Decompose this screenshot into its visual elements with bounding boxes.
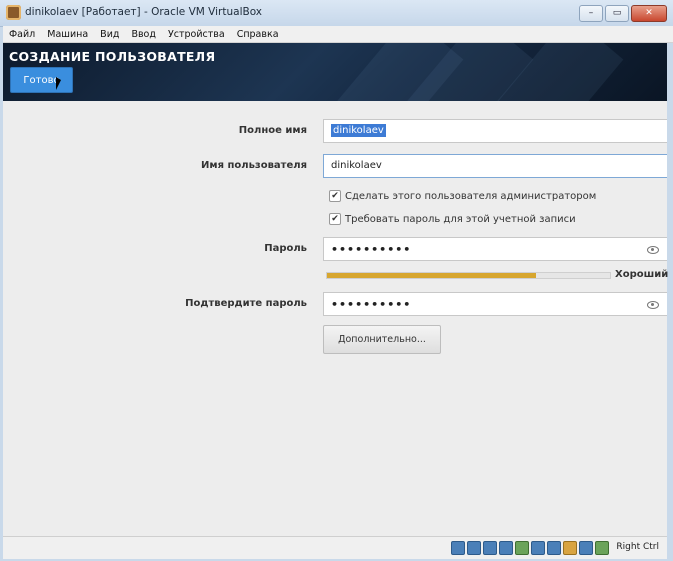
username-label: Имя пользователя — [201, 160, 307, 171]
optical-drive-icon[interactable] — [467, 541, 481, 555]
done-button[interactable]: Готово — [10, 67, 73, 93]
network-icon[interactable] — [499, 541, 513, 555]
mouse-cursor-icon — [56, 77, 61, 90]
status-icons — [451, 541, 609, 555]
menu-input[interactable]: Ввод — [131, 29, 156, 40]
installer-header: СОЗДАНИЕ ПОЛЬЗОВАТЕЛЯ Готово — [3, 43, 667, 101]
confirm-password-field[interactable]: •••••••••• — [323, 292, 667, 316]
require-password-row[interactable]: ✔ Требовать пароль для этой учетной запи… — [329, 213, 576, 225]
host-key-label: Right Ctrl — [616, 542, 659, 552]
password-field[interactable]: •••••••••• — [323, 237, 667, 261]
maximize-button[interactable]: ▭ — [605, 5, 629, 22]
username-field[interactable]: dinikolaev — [323, 154, 667, 178]
minimize-button[interactable]: – — [579, 5, 603, 22]
display-icon[interactable] — [531, 541, 545, 555]
menu-view[interactable]: Вид — [100, 29, 119, 40]
window-titlebar: dinikolaev [Работает] - Oracle VM Virtua… — [0, 0, 673, 27]
password-label: Пароль — [264, 243, 307, 254]
menubar: Файл Машина Вид Ввод Устройства Справка — [3, 26, 673, 43]
vbox-statusbar: Right Ctrl — [3, 536, 667, 559]
close-button[interactable]: ✕ — [631, 5, 667, 22]
full-name-value: dinikolaev — [331, 124, 386, 137]
password-value: •••••••••• — [331, 243, 412, 256]
mouse-integration-icon[interactable] — [579, 541, 593, 555]
guest-screen: СОЗДАНИЕ ПОЛЬЗОВАТЕЛЯ Готово Полное имя … — [3, 43, 669, 536]
username-value: dinikolaev — [331, 160, 382, 171]
usb-icon[interactable] — [483, 541, 497, 555]
require-password-label: Требовать пароль для этой учетной записи — [345, 213, 576, 225]
admin-checkbox[interactable]: ✔ — [329, 190, 341, 202]
admin-checkbox-label: Сделать этого пользователя администратор… — [345, 190, 597, 202]
window-title: dinikolaev [Работает] - Oracle VM Virtua… — [25, 6, 263, 18]
window-controls: – ▭ ✕ — [579, 5, 667, 22]
admin-checkbox-row[interactable]: ✔ Сделать этого пользователя администрат… — [329, 190, 596, 202]
menu-help[interactable]: Справка — [237, 29, 279, 40]
password-strength-fill — [327, 273, 537, 278]
video-capture-icon[interactable] — [547, 541, 561, 555]
require-password-checkbox[interactable]: ✔ — [329, 213, 341, 225]
virtualbox-app-icon — [6, 5, 21, 20]
cpu-activity-icon — [563, 541, 577, 555]
menu-devices[interactable]: Устройства — [168, 29, 225, 40]
keyboard-capture-icon — [595, 541, 609, 555]
password-strength-bar — [326, 272, 611, 279]
confirm-password-value: •••••••••• — [331, 298, 412, 311]
menu-machine[interactable]: Машина — [47, 29, 88, 40]
harddisk-icon[interactable] — [451, 541, 465, 555]
confirm-password-label: Подтвердите пароль — [185, 298, 307, 309]
advanced-button[interactable]: Дополнительно... — [323, 325, 441, 354]
shared-folder-icon[interactable] — [515, 541, 529, 555]
full-name-label: Полное имя — [238, 125, 307, 136]
menu-file[interactable]: Файл — [9, 29, 35, 40]
show-confirm-eye-icon[interactable] — [647, 301, 659, 309]
page-title: СОЗДАНИЕ ПОЛЬЗОВАТЕЛЯ — [9, 49, 216, 64]
full-name-field[interactable]: dinikolaev — [323, 119, 667, 143]
show-password-eye-icon[interactable] — [647, 246, 659, 254]
password-strength-label: Хороший — [615, 269, 669, 280]
